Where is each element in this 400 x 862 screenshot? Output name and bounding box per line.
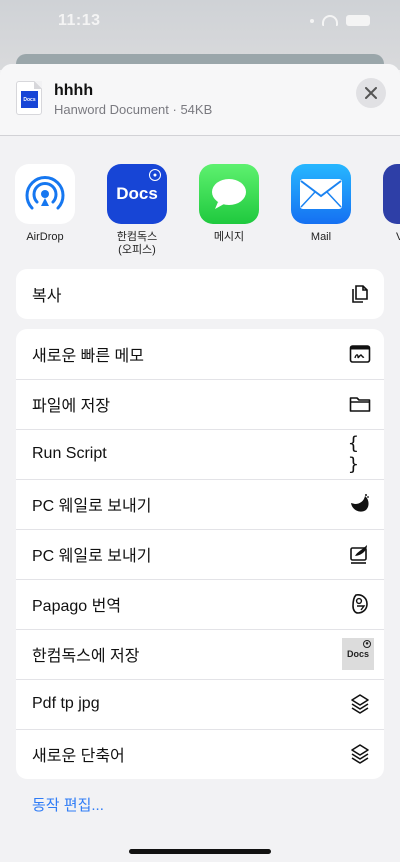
action-list: 새로운 빠른 메모 파일에 저장 Run Script { } PC 웨일로 보… bbox=[16, 329, 384, 779]
action-label: 새로운 빠른 메모 bbox=[32, 348, 144, 365]
folder-icon bbox=[348, 392, 372, 416]
document-thumbnail: Docs bbox=[16, 81, 42, 115]
action-label: Pdf tp jpg bbox=[32, 695, 100, 712]
action-new-quick-note[interactable]: 새로운 빠른 메모 bbox=[16, 329, 384, 379]
whale-send-icon bbox=[348, 542, 372, 566]
messages-icon bbox=[199, 164, 259, 224]
action-label: PC 웨일로 보내기 bbox=[32, 548, 152, 565]
action-label: PC 웨일로 보내기 bbox=[32, 498, 152, 515]
document-fold bbox=[34, 81, 42, 89]
action-run-script[interactable]: Run Script { } bbox=[16, 429, 384, 479]
quick-note-icon bbox=[348, 342, 372, 366]
action-send-to-whale-2[interactable]: PC 웨일로 보내기 bbox=[16, 529, 384, 579]
action-label: 복사 bbox=[32, 288, 62, 305]
action-save-to-hancom-docs[interactable]: 한컴독스에 저장 Docs ● bbox=[16, 629, 384, 679]
app-label: V bbox=[396, 231, 400, 243]
docs-badge-icon: ● bbox=[149, 169, 161, 181]
action-copy[interactable]: 복사 bbox=[16, 269, 384, 319]
share-sheet: Docs hhhh Hanword Document · 54KB AirDro… bbox=[0, 64, 400, 862]
close-icon bbox=[365, 87, 377, 99]
action-label: 새로운 단축어 bbox=[32, 748, 125, 765]
home-indicator bbox=[129, 849, 271, 854]
mail-icon bbox=[291, 164, 351, 224]
battery-icon bbox=[346, 15, 370, 26]
shortcuts-icon bbox=[348, 692, 372, 716]
close-button[interactable] bbox=[356, 78, 386, 108]
action-new-shortcut[interactable]: 새로운 단축어 bbox=[16, 729, 384, 779]
action-label: Run Script bbox=[32, 445, 107, 462]
app-mail[interactable]: Mail bbox=[286, 164, 356, 244]
action-label: Papago 번역 bbox=[32, 598, 122, 615]
copy-icon bbox=[348, 282, 372, 306]
braces-icon: { } bbox=[348, 433, 361, 475]
docs-icon-text: Docs bbox=[116, 184, 158, 203]
shortcuts-icon bbox=[348, 742, 372, 766]
wifi-icon bbox=[322, 15, 338, 26]
docs-logo: Docs bbox=[21, 91, 38, 108]
hancom-docs-thumb-icon: Docs ● bbox=[342, 638, 374, 670]
app-messages[interactable]: 메시지 bbox=[194, 164, 264, 244]
action-send-to-whale-1[interactable]: PC 웨일로 보내기 bbox=[16, 479, 384, 529]
action-pdf-to-jpg[interactable]: Pdf tp jpg bbox=[16, 679, 384, 729]
docs-thumb-badge: ● bbox=[363, 640, 371, 648]
copy-action-group: 복사 bbox=[16, 269, 384, 319]
file-name: hhhh bbox=[54, 82, 94, 99]
share-app-row: AirDrop Docs ● 한컴독스 (오피스) 메시지 Mail V bbox=[0, 164, 400, 264]
status-time: 11:13 bbox=[58, 12, 101, 29]
action-papago-translate[interactable]: Papago 번역 bbox=[16, 579, 384, 629]
app-label: 메시지 bbox=[213, 231, 245, 243]
hancom-docs-icon: Docs ● bbox=[107, 164, 167, 224]
app-label: Mail bbox=[310, 231, 332, 243]
action-save-to-files[interactable]: 파일에 저장 bbox=[16, 379, 384, 429]
partial-app-icon bbox=[383, 164, 400, 224]
airdrop-icon bbox=[15, 164, 75, 224]
status-icons bbox=[310, 15, 370, 26]
whale-icon bbox=[348, 492, 372, 516]
share-sheet-header: Docs hhhh Hanword Document · 54KB bbox=[0, 64, 400, 136]
edit-actions-link[interactable]: 동작 편집... bbox=[32, 794, 104, 815]
papago-icon bbox=[348, 592, 372, 616]
signal-icon bbox=[310, 18, 314, 23]
docs-thumb-text: Docs bbox=[346, 649, 369, 659]
app-airdrop[interactable]: AirDrop bbox=[10, 164, 80, 244]
file-meta: Hanword Document · 54KB bbox=[54, 102, 213, 117]
action-label: 한컴독스에 저장 bbox=[32, 648, 140, 665]
app-label: 한컴독스 (오피스) bbox=[116, 231, 158, 256]
app-hancom-docs[interactable]: Docs ● 한컴독스 (오피스) bbox=[102, 164, 172, 257]
action-label: 파일에 저장 bbox=[32, 398, 111, 415]
app-label: AirDrop bbox=[26, 231, 64, 243]
app-partial[interactable]: V bbox=[378, 164, 400, 244]
